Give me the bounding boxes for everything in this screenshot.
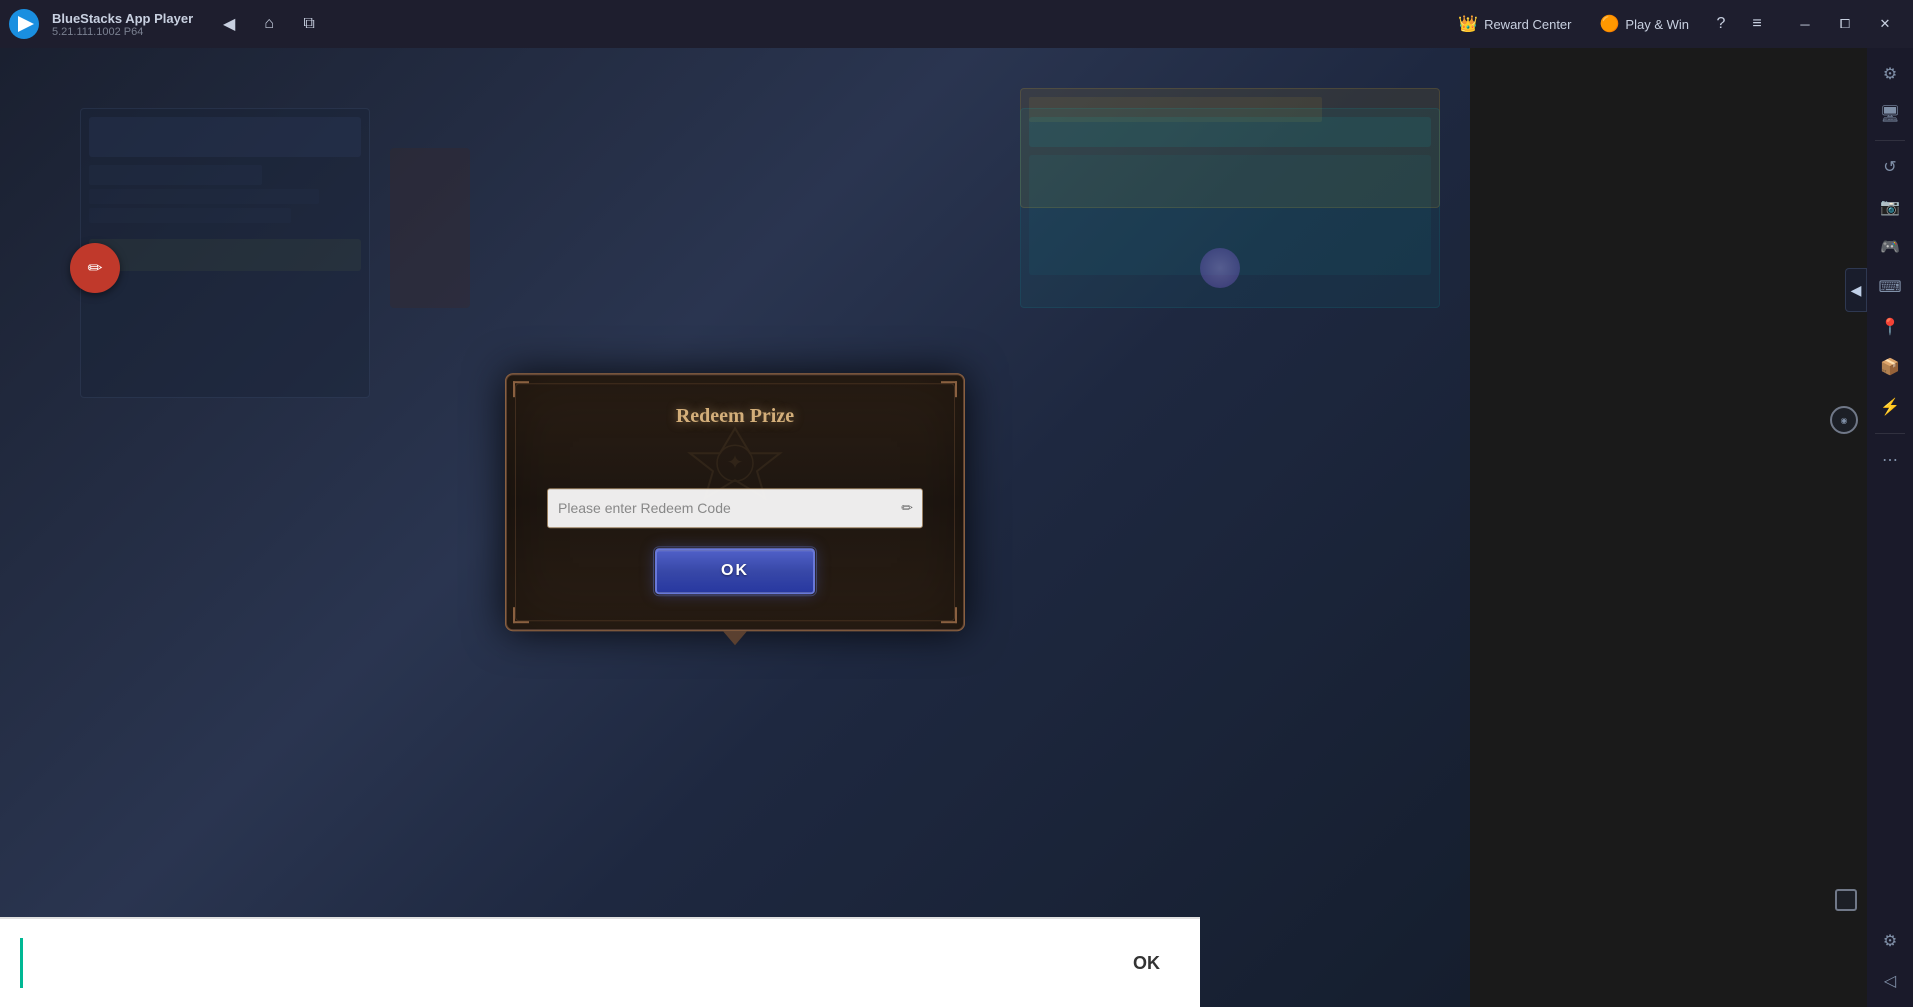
corner-br	[941, 607, 957, 623]
app-info: BlueStacks App Player 5.21.111.1002 P64	[52, 11, 193, 38]
package-icon[interactable]: 📦	[1872, 349, 1908, 385]
pencil-icon: ✏	[87, 258, 102, 279]
close-button[interactable]: ✕	[1865, 8, 1905, 40]
corner-tl	[513, 381, 529, 397]
app-version: 5.21.111.1002 P64	[52, 26, 193, 38]
minimize-button[interactable]: ─	[1785, 8, 1825, 40]
titlebar: BlueStacks App Player 5.21.111.1002 P64 …	[0, 0, 1913, 48]
sidebar-square-button[interactable]	[1835, 889, 1857, 911]
sidebar-settings-icon[interactable]: ⚙	[1872, 923, 1908, 959]
camera-icon[interactable]: 📷	[1872, 189, 1908, 225]
keyboard-icon[interactable]: ⌨	[1872, 269, 1908, 305]
reward-center-label: Reward Center	[1484, 17, 1571, 32]
plawin-icon: 🟠	[1600, 14, 1620, 34]
window-controls: ─ ⧠ ✕	[1785, 8, 1905, 40]
svg-text:✦: ✦	[727, 452, 744, 474]
bottom-input-bar: OK	[0, 917, 1200, 1007]
crown-icon: 👑	[1458, 14, 1478, 34]
titlebar-right: 👑 Reward Center 🟠 Play & Win ? ≡ ─ ⧠ ✕	[1446, 8, 1913, 40]
redeem-input-wrapper: ✏	[547, 488, 923, 528]
bg-panel-left	[80, 108, 370, 398]
bg-character	[390, 148, 470, 308]
sidebar-collapse-icon[interactable]: ◁	[1872, 963, 1908, 999]
refresh-icon[interactable]: ↺	[1872, 149, 1908, 185]
edit-icon: ✏	[901, 499, 913, 516]
app-name: BlueStacks App Player	[52, 11, 193, 26]
corner-tr	[941, 381, 957, 397]
nav-controls: ◀ ⌂ ⧉	[213, 8, 325, 40]
restore-button[interactable]: ⧠	[1825, 8, 1865, 40]
dialog-arrow	[723, 631, 747, 645]
redeem-code-input[interactable]	[547, 488, 923, 528]
bottom-ok-button[interactable]: OK	[1113, 943, 1180, 984]
settings-icon[interactable]: ⚙	[1872, 56, 1908, 92]
more-icon[interactable]: ⋯	[1872, 442, 1908, 478]
macro-icon[interactable]: ⚡	[1872, 389, 1908, 425]
back-button[interactable]: ◀	[213, 8, 245, 40]
display-icon[interactable]: 🖥	[1872, 96, 1908, 132]
help-button[interactable]: ?	[1705, 8, 1737, 40]
redeem-dialog: Redeem Prize ✦ ✏ OK	[505, 373, 965, 631]
bluestacks-logo	[0, 0, 48, 48]
home-button[interactable]: ⌂	[253, 8, 285, 40]
sidebar-separator-1	[1875, 140, 1905, 141]
float-edit-button[interactable]: ✏	[70, 243, 120, 293]
redeem-ok-button[interactable]: OK	[655, 548, 815, 594]
corner-bl	[513, 607, 529, 623]
play-win-label: Play & Win	[1625, 17, 1689, 32]
right-sidebar: ⚙ 🖥 ↺ 📷 🎮 ⌨ 📍 📦 ⚡ ⋯ ⚙ ◁	[1867, 48, 1913, 1007]
menu-button[interactable]: ≡	[1741, 8, 1773, 40]
multi-window-button[interactable]: ⧉	[293, 8, 325, 40]
play-win-button[interactable]: 🟠 Play & Win	[1588, 8, 1702, 40]
bottom-text-input[interactable]	[20, 938, 1113, 988]
sidebar-arrow-button[interactable]: ◀	[1845, 268, 1867, 312]
sidebar-circle-button[interactable]: ◉	[1830, 406, 1858, 434]
game-area: ✏ Redeem Prize ✦ ✏ OK	[0, 48, 1470, 1007]
reward-center-button[interactable]: 👑 Reward Center	[1446, 8, 1583, 40]
sidebar-separator-2	[1875, 433, 1905, 434]
controller-icon[interactable]: 🎮	[1872, 229, 1908, 265]
location-icon[interactable]: 📍	[1872, 309, 1908, 345]
bg-orb	[1200, 248, 1240, 288]
